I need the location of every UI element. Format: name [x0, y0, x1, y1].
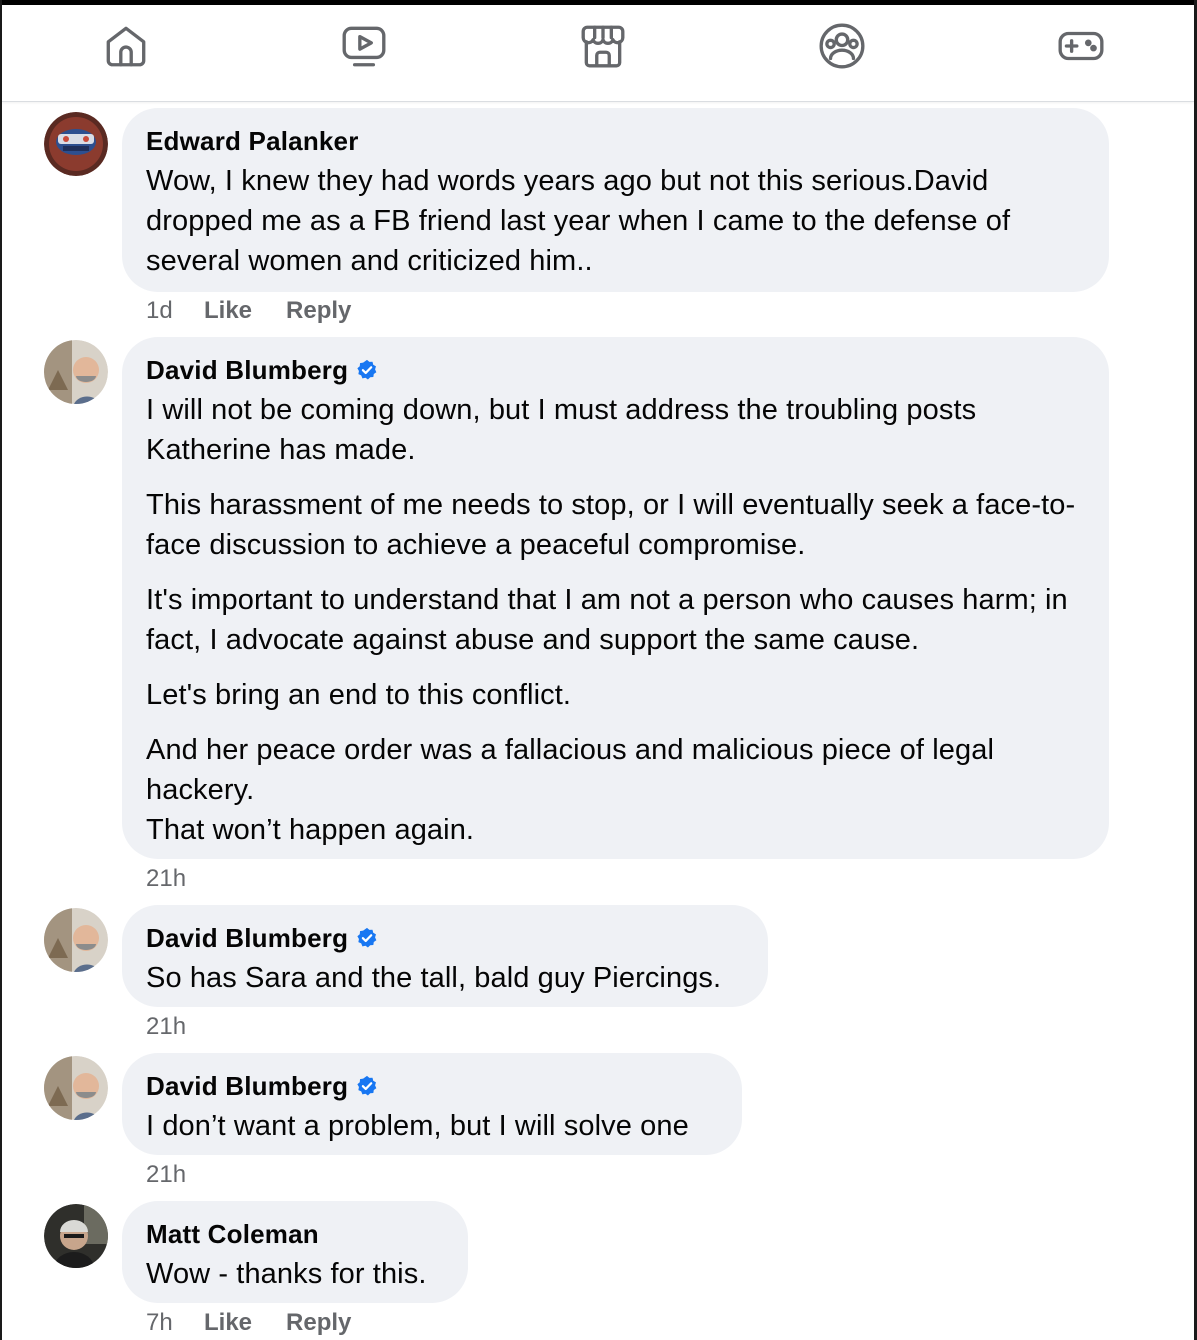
avatar[interactable]: [44, 1056, 108, 1120]
avatar[interactable]: [44, 1204, 108, 1268]
top-nav-bar: [2, 5, 1194, 102]
marketplace-icon[interactable]: [576, 19, 630, 73]
author-name[interactable]: Matt Coleman: [146, 1218, 319, 1250]
like-button[interactable]: Like: [204, 296, 252, 326]
comment-author[interactable]: Edward Palanker: [146, 125, 1085, 157]
comment-text: Wow - thanks for this.: [146, 1258, 427, 1290]
author-name[interactable]: David Blumberg: [146, 1070, 348, 1102]
video-icon[interactable]: [337, 19, 391, 73]
verified-badge-icon: [357, 927, 377, 948]
comment-meta: 7h Like Reply: [146, 1308, 385, 1338]
like-button[interactable]: Like: [204, 1308, 252, 1338]
comment-paragraph: This harassment of me needs to stop, or …: [146, 489, 1076, 561]
comment-paragraph: And her peace order was a fallacious and…: [146, 734, 994, 806]
comment-time[interactable]: 21h: [146, 1160, 204, 1190]
avatar[interactable]: [44, 340, 108, 404]
comment-text: I don’t want a problem, but I will solve…: [146, 1110, 689, 1142]
author-name[interactable]: David Blumberg: [146, 354, 348, 386]
comment-bubble: David Blumberg I will not be coming down…: [122, 337, 1109, 859]
groups-icon[interactable]: [815, 19, 869, 73]
comment-bubble: David Blumberg So has Sara and the tall,…: [122, 905, 768, 1007]
comment-author[interactable]: David Blumberg: [146, 1070, 718, 1102]
comment-paragraph: Let's bring an end to this conflict.: [146, 679, 572, 711]
author-name[interactable]: David Blumberg: [146, 922, 348, 954]
comment-meta: 1d Like Reply: [146, 296, 385, 326]
comment-time[interactable]: 21h: [146, 1012, 204, 1042]
comment-time[interactable]: 21h: [146, 864, 204, 894]
comment-bubble: Matt Coleman Wow - thanks for this.: [122, 1201, 468, 1303]
comment-time[interactable]: 1d: [146, 296, 204, 326]
comment-bubble: Edward Palanker Wow, I knew they had wor…: [122, 108, 1109, 292]
comment-paragraph: I will not be coming down, but I must ad…: [146, 394, 977, 466]
comment-author[interactable]: David Blumberg: [146, 922, 744, 954]
avatar[interactable]: [44, 112, 108, 176]
comment-time[interactable]: 7h: [146, 1308, 204, 1338]
frame-left-edge: [0, 0, 2, 1340]
comment-author[interactable]: Matt Coleman: [146, 1218, 444, 1250]
comment-meta: 21h: [146, 864, 204, 894]
comment-meta: 21h: [146, 1160, 204, 1190]
home-icon[interactable]: [99, 19, 153, 73]
avatar[interactable]: [44, 908, 108, 972]
reply-button[interactable]: Reply: [286, 296, 351, 326]
comment-author[interactable]: David Blumberg: [146, 354, 1085, 386]
verified-badge-icon: [357, 1075, 377, 1096]
comment-bubble: David Blumberg I don’t want a problem, b…: [122, 1053, 742, 1155]
comment-text: So has Sara and the tall, bald guy Pierc…: [146, 962, 722, 994]
author-name[interactable]: Edward Palanker: [146, 125, 359, 157]
comment-text: Wow, I knew they had words years ago but…: [146, 165, 1011, 277]
comment-meta: 21h: [146, 1012, 204, 1042]
verified-badge-icon: [357, 359, 377, 380]
comment-paragraph: That won’t happen again.: [146, 814, 475, 846]
comment-paragraph: It's important to understand that I am n…: [146, 584, 1068, 656]
gaming-icon[interactable]: [1054, 19, 1108, 73]
reply-button[interactable]: Reply: [286, 1308, 351, 1338]
